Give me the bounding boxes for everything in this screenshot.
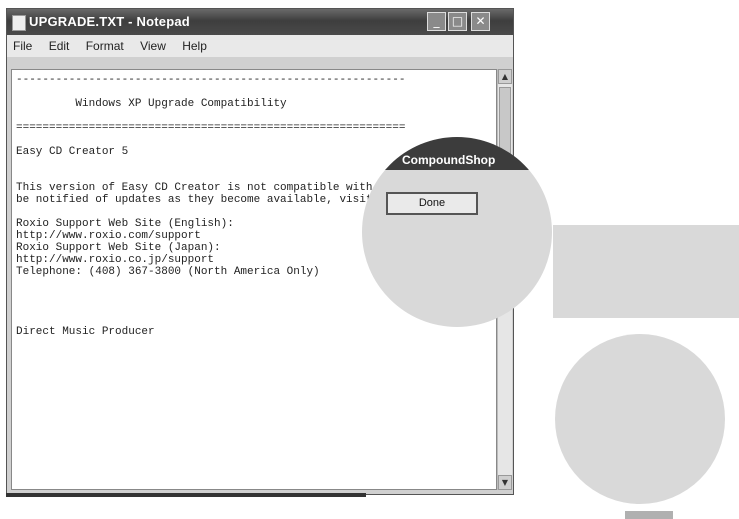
close-button[interactable]: ✕	[471, 12, 490, 31]
magnifier-circle: CompoundShop Done	[362, 137, 552, 327]
menu-file[interactable]: File	[13, 35, 32, 57]
scroll-down-arrow-icon[interactable]: ▼	[498, 475, 512, 490]
minimize-button[interactable]: _	[427, 12, 446, 31]
window-title: UPGRADE.TXT - Notepad	[29, 14, 190, 29]
menu-view[interactable]: View	[140, 35, 166, 57]
menu-format[interactable]: Format	[86, 35, 124, 57]
notepad-app-icon	[12, 15, 26, 31]
magnified-window-title: CompoundShop	[362, 137, 552, 170]
scroll-up-arrow-icon[interactable]: ▲	[498, 69, 512, 84]
menu-help[interactable]: Help	[182, 35, 207, 57]
callout-circle	[555, 334, 725, 504]
menu-edit[interactable]: Edit	[49, 35, 70, 57]
title-bar[interactable]: UPGRADE.TXT - Notepad _ □ ✕	[7, 9, 513, 35]
maximize-button[interactable]: □	[448, 12, 467, 31]
taskbar-edge	[6, 493, 366, 497]
callout-bar	[625, 511, 673, 519]
done-button[interactable]: Done	[386, 192, 478, 215]
menu-bar: File Edit Format View Help	[7, 35, 513, 57]
callout-rectangle	[553, 225, 739, 318]
